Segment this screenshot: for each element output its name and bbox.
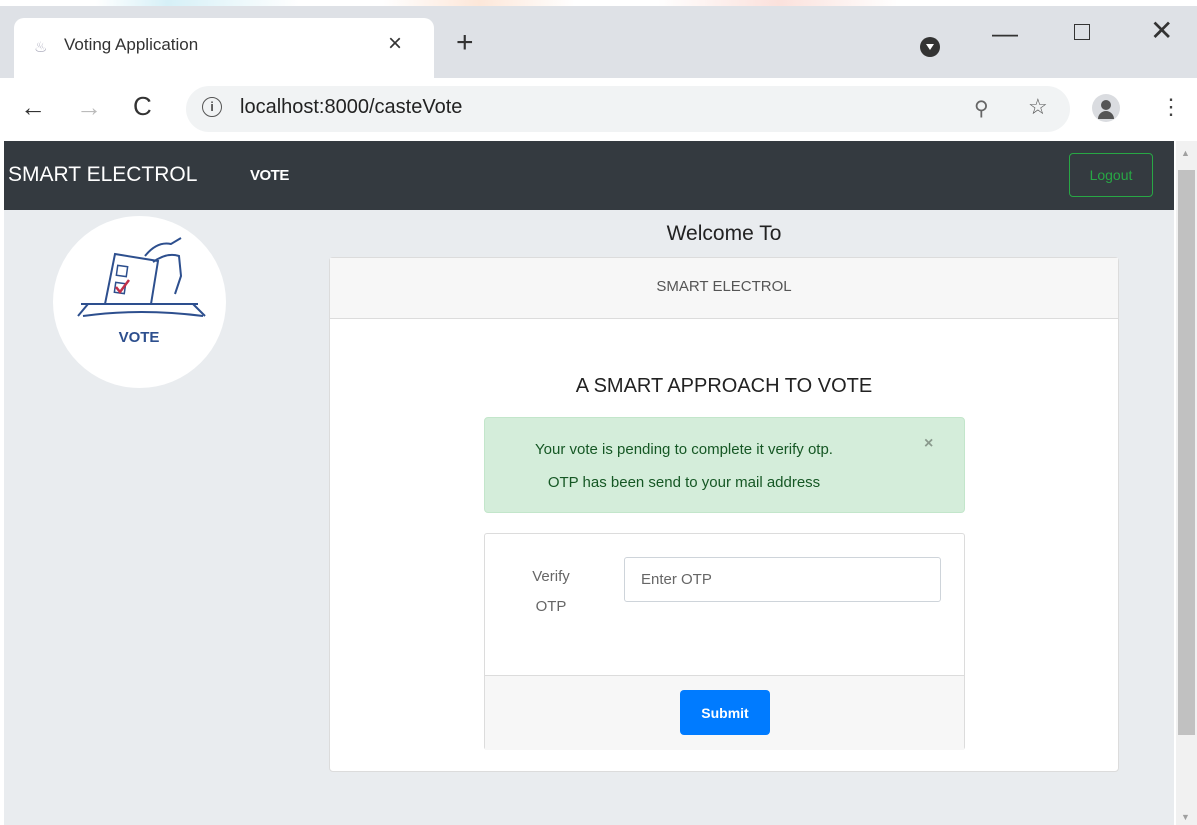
profile-icon[interactable] [1092, 94, 1120, 122]
tab-favicon-icon: ♨ [34, 39, 48, 56]
verify-label-line2: OTP [535, 598, 567, 615]
back-arrow-icon[interactable]: ← [20, 92, 46, 123]
otp-input[interactable] [624, 557, 941, 602]
navbar-brand[interactable]: SMART ELECTROL [8, 163, 197, 187]
success-alert [484, 417, 965, 513]
alert-message-line1: Your vote is pending to complete it veri… [535, 441, 833, 458]
alert-close-icon[interactable]: × [924, 435, 933, 453]
scroll-up-arrow-icon[interactable]: ▲ [1181, 148, 1190, 158]
submit-button[interactable]: Submit [680, 690, 770, 735]
verify-otp-label: Verify OTP [508, 562, 594, 622]
tab-title[interactable]: Voting Application [64, 35, 198, 55]
top-decoration [0, 0, 1197, 6]
scroll-down-arrow-icon[interactable]: ▼ [1181, 812, 1190, 822]
menu-icon[interactable]: ⋮ [1160, 94, 1182, 120]
nav-link-vote[interactable]: VOTE [250, 167, 289, 184]
verify-label-line1: Verify [532, 568, 570, 585]
star-icon[interactable]: ☆ [1028, 94, 1048, 120]
extension-icon[interactable] [920, 37, 940, 57]
forward-arrow-icon[interactable]: → [76, 92, 102, 123]
address-url[interactable]: localhost:8000/casteVote [240, 96, 462, 119]
new-tab-button[interactable]: + [456, 28, 474, 58]
info-icon[interactable]: i [202, 97, 222, 117]
card-header: SMART ELECTROL [330, 258, 1118, 319]
scrollbar-thumb[interactable] [1178, 170, 1195, 735]
vote-logo-icon: VOTE [77, 237, 206, 346]
tagline: A SMART APPROACH TO VOTE [575, 375, 873, 397]
tab-close-icon[interactable]: × [388, 30, 402, 58]
logo-text: VOTE [119, 329, 160, 346]
logout-button[interactable]: Logout [1069, 153, 1153, 197]
alert-message-line2: OTP has been send to your mail address [547, 474, 821, 491]
window-minimize-icon[interactable]: — [992, 18, 1018, 49]
window-close-icon[interactable]: ✕ [1150, 14, 1173, 47]
zoom-icon[interactable]: ⚲ [974, 96, 989, 121]
window-maximize-icon[interactable] [1074, 24, 1090, 40]
welcome-heading: Welcome To [666, 222, 782, 245]
reload-icon[interactable]: C [133, 91, 152, 122]
